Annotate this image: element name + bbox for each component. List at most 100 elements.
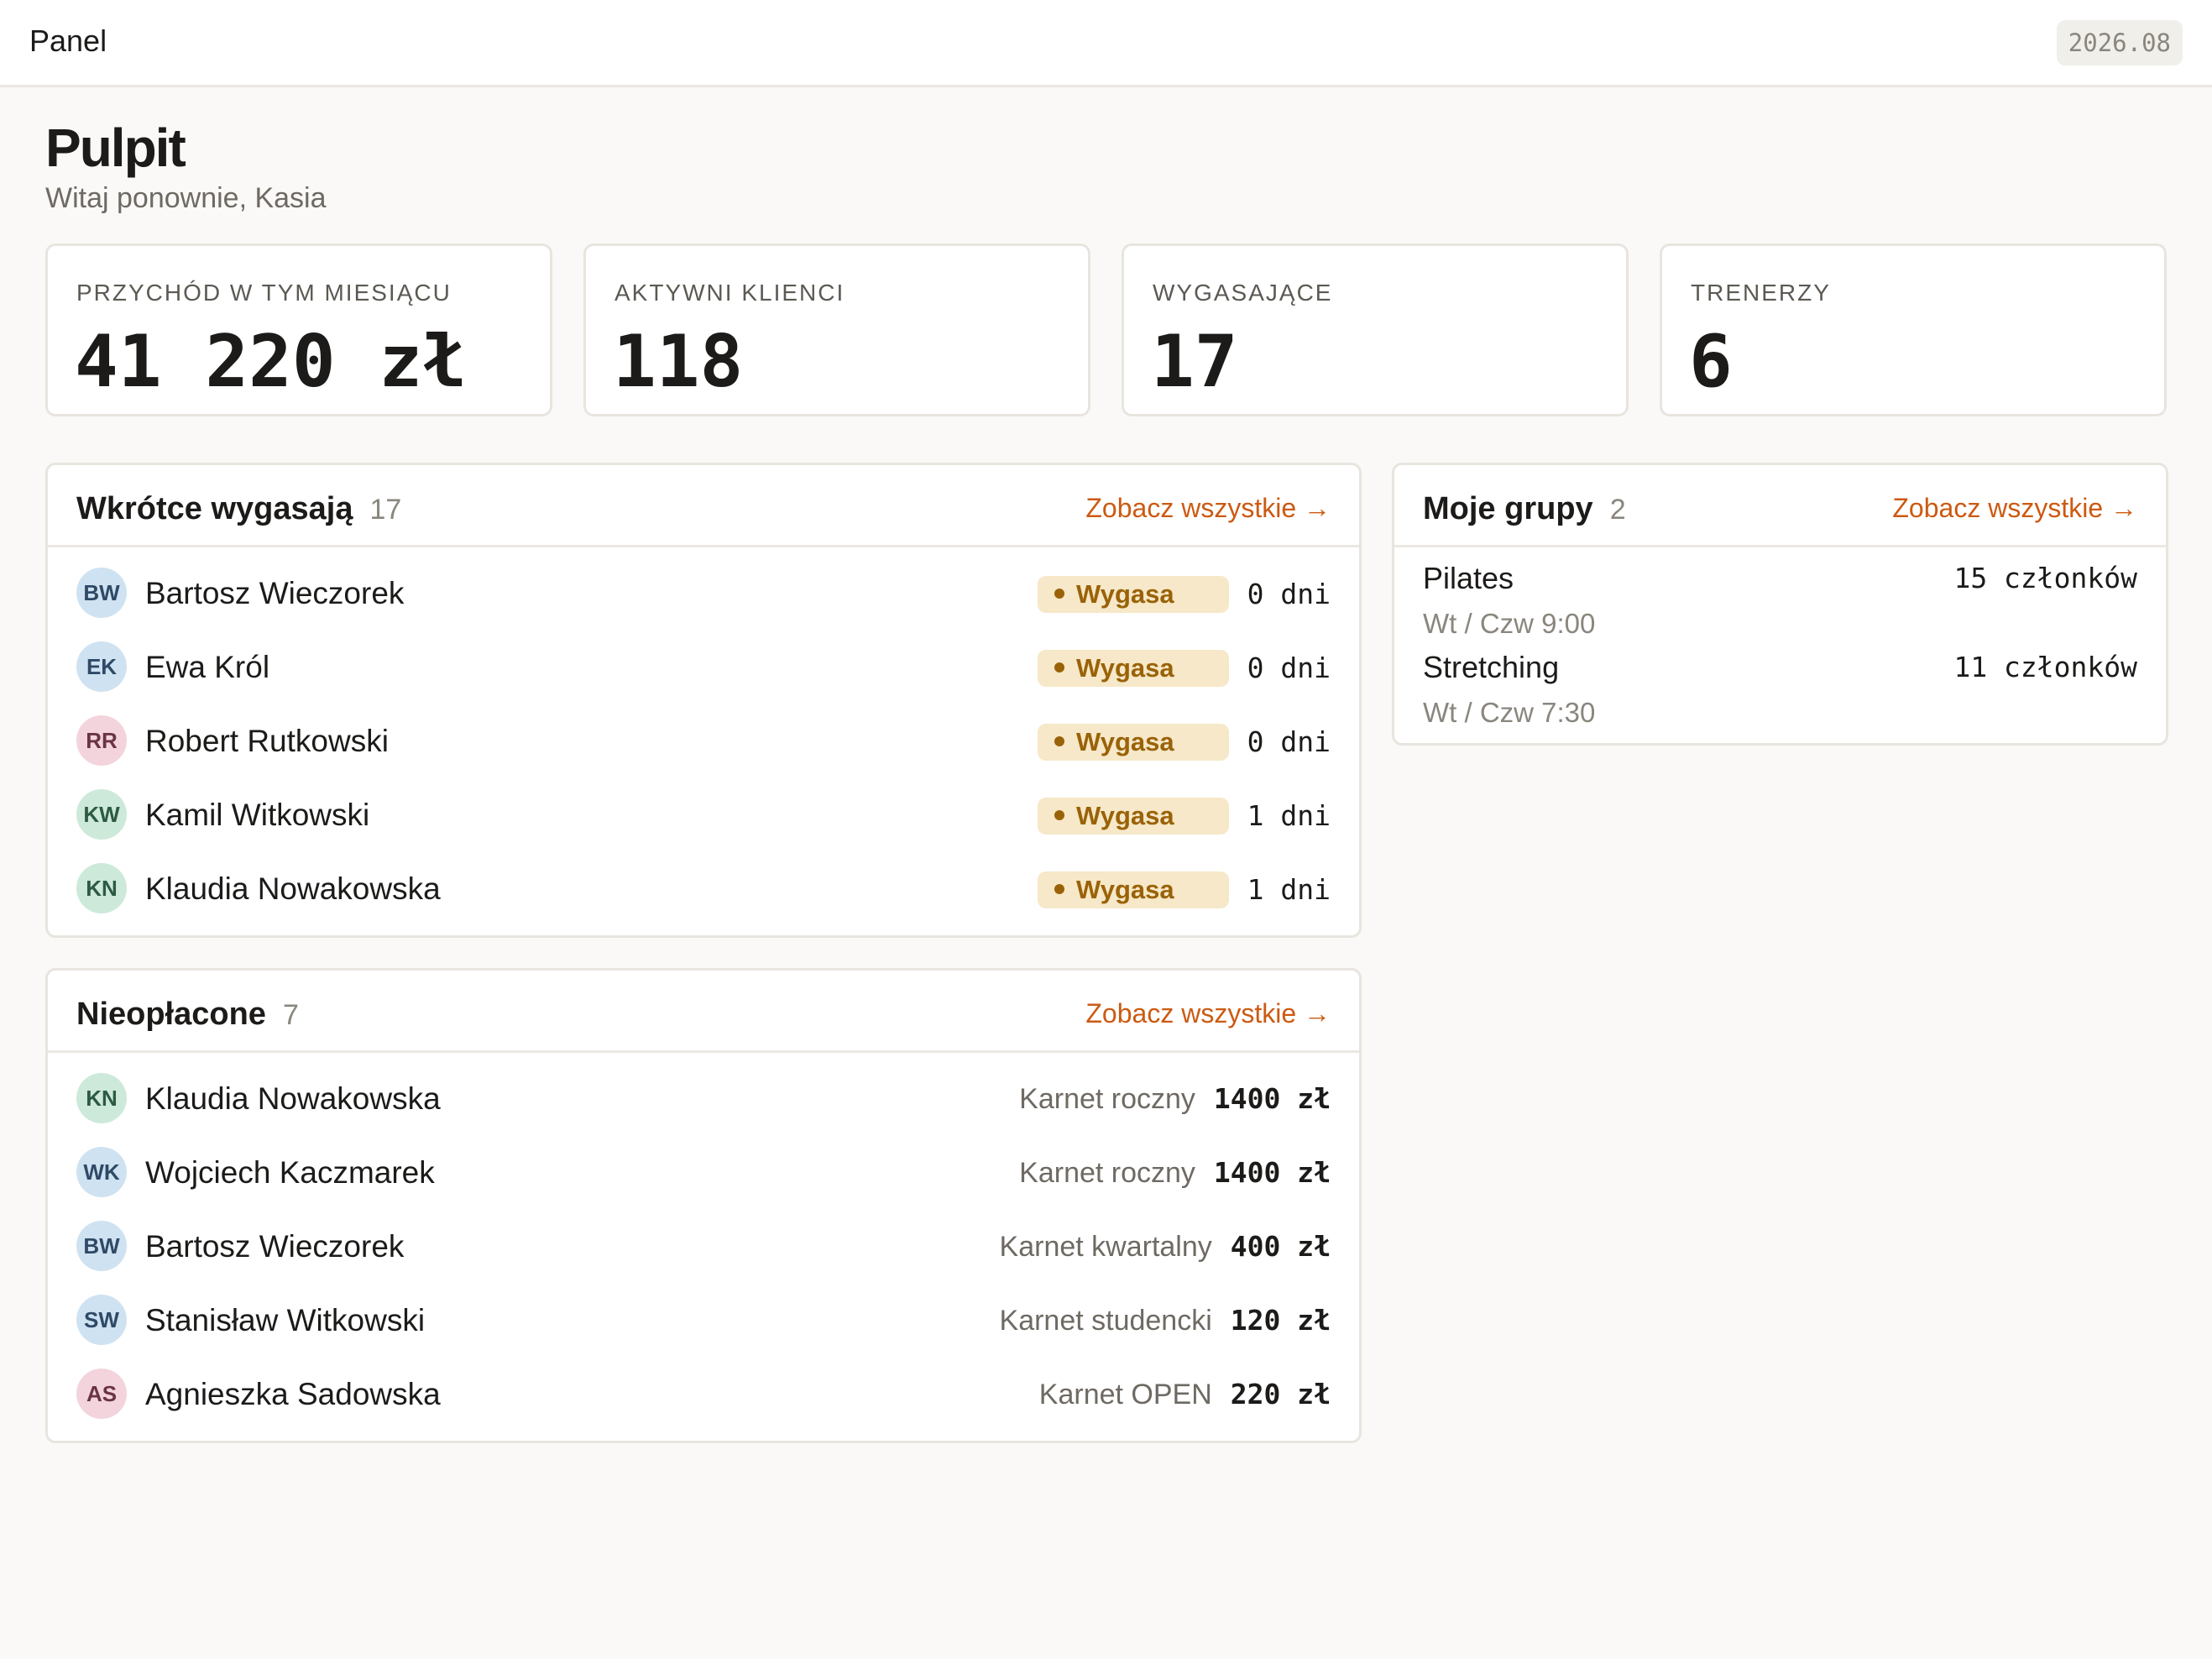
list-item[interactable]: SW Stanisław Witkowski Karnet studencki 1… [48,1283,1359,1357]
panel-count: 17 [369,494,402,526]
plan-name: Karnet roczny [1019,1157,1195,1189]
stat-card-active-clients: AKTYWNI KLIENCI 118 [583,243,1090,416]
avatar: AS [76,1369,127,1419]
stat-card-expiring: WYGASAJĄCE 17 [1122,243,1629,416]
group-name: Pilates [1423,561,1514,595]
avatar: WK [76,1147,127,1197]
days-left: 1 dni [1247,873,1331,906]
status-text: Wygasa [1076,727,1174,756]
list-item[interactable]: KN Klaudia Nowakowska Wygasa 1 dni [48,851,1359,925]
group-schedule: Wt / Czw 9:00 [1423,608,1596,639]
panel-title-text: Wkrótce wygasają [76,491,353,526]
stat-card-revenue: PRZYCHÓD W TYM MIESIĄCU 41 220 zł [45,243,552,416]
plan-name: Karnet roczny [1019,1083,1195,1115]
panel-title-text: Nieopłacone [76,997,266,1032]
client-name: Kamil Witkowski [145,798,370,832]
see-all-link[interactable]: Zobacz wszystkie → [1085,996,1331,1031]
group-schedule: Wt / Czw 7:30 [1423,697,1596,728]
plan-amount: 1400 zł [1213,1156,1331,1189]
stat-card-trainers: TRENERZY 6 [1660,243,2167,416]
status-badge: Wygasa [1038,724,1229,761]
client-name: Wojciech Kaczmarek [145,1155,435,1190]
days-left: 1 dni [1247,799,1331,832]
plan-info: Karnet studencki 120 zł [1000,1301,1331,1340]
expiring-panel: Wkrótce wygasają 17 Zobacz wszystkie → BW… [45,463,1362,938]
stat-value: 118 [613,320,744,404]
panel-count: 2 [1609,494,1626,526]
stat-label: TRENERZY [1691,280,1831,306]
see-all-link[interactable]: Zobacz wszystkie → [1085,490,1331,526]
panel-header: Nieopłacone 7 Zobacz wszystkie → [48,971,1359,1053]
days-left: 0 dni [1247,578,1331,610]
plan-info: Karnet OPEN 220 zł [1039,1375,1331,1414]
plan-name: Karnet OPEN [1038,1379,1212,1410]
avatar: BW [76,1221,127,1271]
list-item[interactable]: BW Bartosz Wieczorek Karnet kwartalny 400… [48,1209,1359,1283]
stat-label: WYGASAJĄCE [1153,280,1333,306]
groups-panel: Moje grupy 2 Zobacz wszystkie → Pilates 1… [1392,463,2168,746]
stat-label: PRZYCHÓD W TYM MIESIĄCU [76,280,452,306]
unpaid-panel: Nieopłacone 7 Zobacz wszystkie → KN Klaud… [45,968,1362,1443]
client-name: Robert Rutkowski [145,724,389,758]
plan-amount: 220 zł [1230,1378,1331,1410]
see-all-link[interactable]: Zobacz wszystkie → [1892,490,2137,526]
client-name: Klaudia Nowakowska [145,871,441,906]
status-dot-icon [1054,735,1064,746]
list-item[interactable]: AS Agnieszka Sadowska Karnet OPEN 220 zł [48,1357,1359,1431]
list-item[interactable]: EK Ewa Król Wygasa 0 dni [48,630,1359,704]
client-name: Agnieszka Sadowska [145,1377,441,1411]
stat-value: 41 220 zł [75,320,466,404]
avatar: SW [76,1295,127,1345]
avatar: RR [76,715,127,766]
top-bar: Panel 2026.08 [0,0,2212,87]
panel-title-text: Moje grupy [1423,491,1593,526]
days-left: 0 dni [1247,725,1331,758]
stat-label: AKTYWNI KLIENCI [614,280,845,306]
group-members: 15 członków [1953,562,2137,594]
status-badge: Wygasa [1038,871,1229,908]
client-name: Klaudia Nowakowska [145,1081,441,1116]
plan-amount: 1400 zł [1213,1082,1331,1115]
list-item[interactable]: BW Bartosz Wieczorek Wygasa 0 dni [48,556,1359,630]
avatar: KN [76,1073,127,1123]
list-item[interactable]: KN Klaudia Nowakowska Karnet roczny 1400 … [48,1061,1359,1135]
plan-info: Karnet kwartalny 400 zł [1000,1227,1331,1266]
client-name: Bartosz Wieczorek [145,1229,405,1264]
panel-title: Nieopłacone 7 [76,994,299,1035]
page-subtitle: Witaj ponownie, Kasia [45,182,327,214]
status-dot-icon [1054,883,1064,894]
status-text: Wygasa [1076,801,1174,830]
avatar: EK [76,641,127,692]
status-text: Wygasa [1076,653,1174,683]
plan-amount: 120 zł [1230,1304,1331,1337]
status-text: Wygasa [1076,579,1174,609]
app-title: Panel [29,24,107,58]
plan-name: Karnet studencki [999,1305,1212,1337]
plan-info: Karnet roczny 1400 zł [1019,1080,1331,1118]
avatar: BW [76,568,127,618]
plan-name: Karnet kwartalny [999,1231,1212,1263]
status-badge: Wygasa [1038,798,1229,835]
client-name: Ewa Król [145,650,270,684]
plan-info: Karnet roczny 1400 zł [1019,1154,1331,1192]
page-title: Pulpit [45,118,186,178]
days-left: 0 dni [1247,652,1331,684]
group-name: Stretching [1423,650,1560,684]
list-item[interactable]: WK Wojciech Kaczmarek Karnet roczny 1400 … [48,1135,1359,1209]
status-text: Wygasa [1076,875,1174,904]
status-dot-icon [1054,809,1064,820]
stat-value: 6 [1689,320,1733,404]
list-item[interactable]: KW Kamil Witkowski Wygasa 1 dni [48,777,1359,851]
avatar: KN [76,863,127,913]
status-badge: Wygasa [1038,576,1229,613]
stat-value: 17 [1151,320,1238,404]
panel-count: 7 [282,999,299,1031]
period-badge: 2026.08 [2056,20,2183,65]
status-dot-icon [1054,662,1064,672]
status-dot-icon [1054,588,1064,599]
plan-amount: 400 zł [1230,1230,1331,1263]
client-name: Stanisław Witkowski [145,1303,426,1337]
status-badge: Wygasa [1038,650,1229,687]
list-item[interactable]: RR Robert Rutkowski Wygasa 0 dni [48,704,1359,777]
panel-title: Wkrótce wygasają 17 [76,489,401,530]
